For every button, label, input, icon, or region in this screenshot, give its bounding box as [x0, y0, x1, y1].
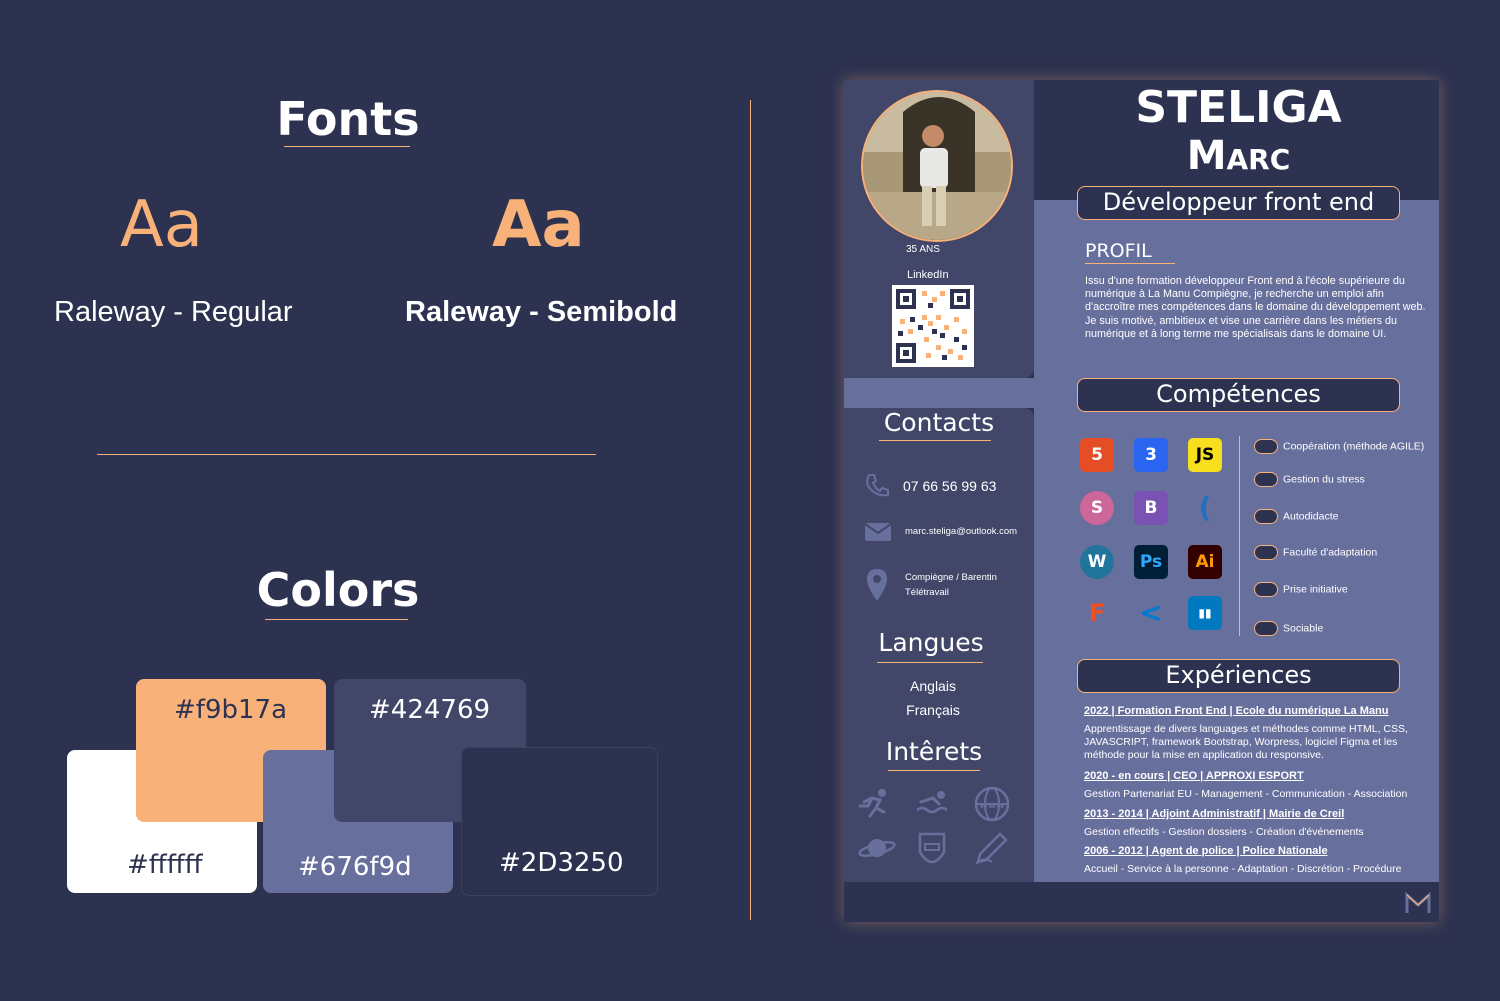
web-icon: www	[974, 786, 1010, 822]
toggle-icon	[1254, 621, 1278, 636]
vertical-divider	[750, 100, 751, 920]
running-icon	[858, 788, 894, 818]
experience-text: Apprentissage de divers languages et mét…	[1084, 723, 1408, 761]
cv-footer	[844, 882, 1439, 922]
contacts-title: Contacts	[883, 408, 995, 437]
experience-heading: 2022 | Formation Front End | Ecole du nu…	[1084, 705, 1389, 717]
drawing-icon	[974, 832, 1008, 866]
soft-skill-label: Coopération (méthode AGILE)	[1283, 440, 1425, 453]
experience-text: Gestion Partenariat EU - Management - Co…	[1084, 788, 1408, 800]
email-icon	[864, 522, 892, 542]
gaming-icon	[916, 830, 948, 864]
languages-title-underline	[877, 662, 983, 663]
font-sample-semibold: Aa	[492, 188, 585, 262]
swatch-orange-label: #f9b17a	[174, 695, 288, 725]
soft-skill-item: Prise initiative	[1254, 582, 1348, 597]
profile-photo	[861, 90, 1013, 242]
profile-title: PROFIL	[1085, 240, 1152, 262]
experience-heading: 2013 - 2014 | Adjoint Administratif | Ma…	[1084, 808, 1345, 820]
svg-text:www: www	[980, 801, 1005, 811]
linkedin-label: LinkedIn	[907, 269, 949, 281]
soft-skill-label: Sociable	[1283, 622, 1324, 635]
cv-last-name: STELIGA	[1135, 82, 1342, 133]
font-name-semibold: Raleway - Semibold	[405, 296, 678, 328]
swatch-navy-label: #2D3250	[499, 848, 624, 878]
age-label: 35 ANS	[906, 244, 940, 255]
soft-skill-item: Coopération (méthode AGILE)	[1254, 439, 1424, 454]
swimming-icon	[915, 790, 951, 816]
trello-icon: ▮▮	[1188, 596, 1222, 630]
languages-title: Langues	[878, 628, 984, 657]
javascript-icon: JS	[1188, 438, 1222, 472]
location-line1: Compiègne / Barentin	[905, 572, 997, 583]
phone-icon	[864, 472, 890, 498]
language-item: Français	[906, 702, 960, 718]
profile-title-underline	[1085, 263, 1175, 264]
soft-skill-label: Faculté d'adaptation	[1283, 546, 1378, 559]
colors-heading: Colors	[256, 563, 420, 617]
swatch-periwinkle-label: #676f9d	[298, 852, 412, 882]
font-name-regular: Raleway - Regular	[54, 296, 293, 328]
soft-skill-item: Faculté d'adaptation	[1254, 545, 1377, 560]
interests-title: Intêrets	[885, 737, 983, 766]
toggle-icon	[1254, 472, 1278, 487]
section-divider	[97, 454, 596, 455]
profile-text: Issu d'une formation développeur Front e…	[1085, 275, 1426, 340]
email-address[interactable]: marc.steliga@outlook.com	[905, 526, 1017, 537]
linkedin-qr-code[interactable]	[892, 285, 974, 367]
bootstrap-icon: B	[1134, 491, 1168, 525]
colors-heading-underline	[265, 619, 408, 620]
experiences-title-pill: Expériences	[1077, 659, 1400, 693]
language-item: Anglais	[910, 678, 956, 694]
swatch-navy: #2D3250	[461, 747, 658, 896]
job-title-pill: Développeur front end	[1077, 186, 1400, 220]
soft-skill-item: Autodidacte	[1254, 509, 1338, 524]
cv-preview: 35 ANS LinkedIn STELIGA Marc Développeur…	[844, 80, 1439, 922]
jquery-icon: (	[1188, 491, 1222, 525]
soft-skill-label: Prise initiative	[1283, 583, 1348, 596]
soft-skill-item: Gestion du stress	[1254, 472, 1365, 487]
experience-heading: 2020 - en cours | CEO | APPROXI ESPORT	[1084, 770, 1304, 782]
cv-first-name: Marc	[1186, 133, 1291, 179]
experience-text: Gestion effectifs - Gestion dossiers - C…	[1084, 826, 1364, 838]
soft-skill-label: Gestion du stress	[1283, 473, 1365, 486]
sass-icon: S	[1080, 491, 1114, 525]
interests-title-underline	[888, 770, 980, 771]
font-sample-regular: Aa	[120, 188, 203, 262]
soft-skill-item: Sociable	[1254, 621, 1323, 636]
toggle-icon	[1254, 545, 1278, 560]
location-line2: Télétravail	[905, 587, 949, 598]
experience-heading: 2006 - 2012 | Agent de police | Police N…	[1084, 845, 1328, 857]
vscode-icon: <	[1134, 596, 1168, 630]
contacts-title-underline	[879, 440, 991, 441]
toggle-icon	[1254, 582, 1278, 597]
planet-icon	[858, 834, 896, 862]
skills-title-pill: Compétences	[1077, 378, 1400, 412]
illustrator-icon: Ai	[1188, 545, 1222, 579]
logo-icon	[1405, 891, 1431, 915]
phone-number[interactable]: 07 66 56 99 63	[903, 478, 996, 494]
experience-text: Accueil - Service à la personne - Adapta…	[1084, 863, 1402, 875]
fonts-heading: Fonts	[276, 92, 420, 146]
toggle-icon	[1254, 509, 1278, 524]
swatch-slate-label: #424769	[369, 695, 491, 725]
fonts-heading-underline	[284, 146, 410, 147]
figma-icon: F	[1080, 596, 1114, 630]
location-pin-icon	[866, 568, 888, 602]
soft-skill-label: Autodidacte	[1283, 510, 1339, 523]
html5-icon: 5	[1080, 438, 1114, 472]
css3-icon: 3	[1134, 438, 1168, 472]
skills-divider	[1239, 436, 1240, 636]
swatch-white-label: #ffffff	[127, 850, 203, 880]
wordpress-icon: W	[1080, 545, 1114, 579]
toggle-icon	[1254, 439, 1278, 454]
cv-sidebar-band	[844, 378, 1034, 408]
photoshop-icon: Ps	[1134, 545, 1168, 579]
